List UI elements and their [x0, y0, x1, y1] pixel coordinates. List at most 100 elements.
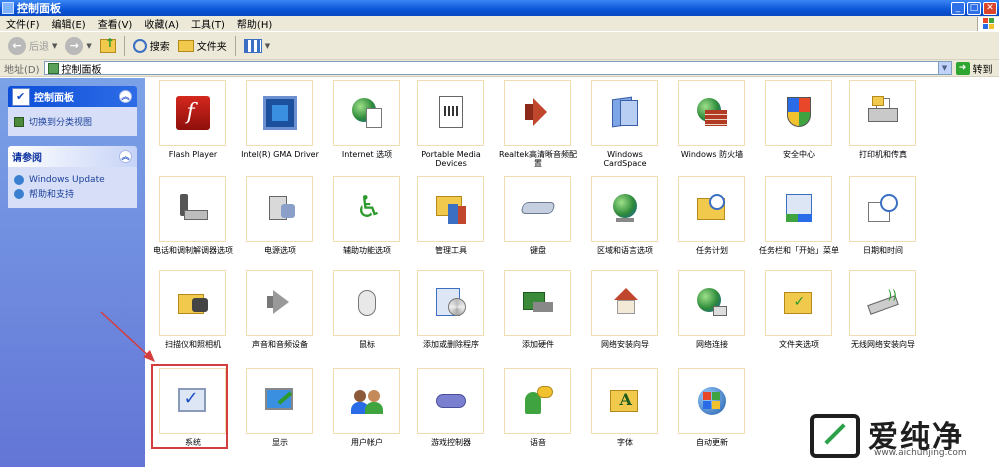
item-label: 电源选项 — [264, 246, 296, 255]
folder-up-icon: ↑ — [99, 36, 116, 53]
firewall-icon — [695, 96, 729, 130]
item-label: 区域和语言选项 — [597, 246, 653, 255]
item-label: 文件夹选项 — [779, 340, 819, 349]
minimize-button[interactable]: _ — [951, 1, 965, 15]
item-label: 任务计划 — [696, 246, 728, 255]
views-button[interactable]: ▼ — [240, 34, 274, 58]
watermark-logo — [810, 414, 860, 458]
address-bar: 地址(D) 控制面板 ▼ ➜ 转到 — [0, 60, 999, 77]
address-dropdown-button[interactable]: ▼ — [937, 62, 951, 74]
menu-file[interactable]: 文件(F) — [0, 16, 46, 31]
security-center-icon — [782, 96, 816, 130]
windows-update-link[interactable]: Windows Update — [14, 175, 131, 185]
menu-bar: 文件(F) 编辑(E) 查看(V) 收藏(A) 工具(T) 帮助(H) — [0, 16, 999, 32]
realtek-audio-icon — [521, 96, 555, 130]
item-label: Internet 选项 — [341, 150, 393, 159]
title-bar: 控制面板 _ □ ✕ — [0, 0, 999, 16]
display-icon — [263, 384, 297, 418]
date-time-icon — [866, 192, 900, 226]
item-label: 声音和音频设备 — [252, 340, 308, 349]
go-button[interactable]: ➜ 转到 — [955, 61, 993, 76]
see-also-panel-body: Windows Update 帮助和支持 — [8, 167, 137, 208]
help-support-link[interactable]: 帮助和支持 — [14, 187, 131, 200]
chevron-down-icon: ▼ — [264, 41, 271, 50]
window-title: 控制面板 — [17, 2, 61, 15]
see-also-panel-header[interactable]: 请参阅 ︽ — [8, 146, 137, 167]
item-label: 添加硬件 — [522, 340, 554, 349]
game-controllers-icon — [434, 384, 468, 418]
menu-help[interactable]: 帮助(H) — [231, 16, 278, 31]
search-button[interactable]: 搜索 — [129, 34, 174, 58]
menu-edit[interactable]: 编辑(E) — [46, 16, 92, 31]
annotation-arrow — [100, 311, 155, 362]
folders-label: 文件夹 — [196, 42, 227, 53]
folder-options-icon: ✓ — [782, 286, 816, 320]
help-icon — [14, 188, 24, 199]
item-label: Flash Player — [168, 150, 218, 159]
add-remove-programs-icon — [434, 286, 468, 320]
window-controls: _ □ ✕ — [951, 1, 997, 15]
network-setup-icon — [608, 286, 642, 320]
item-label: 字体 — [617, 438, 633, 447]
windows-update-icon — [14, 175, 24, 185]
collapse-icon[interactable]: ︽ — [119, 90, 132, 103]
item-label: 用户帐户 — [351, 438, 383, 447]
keyboard-icon — [519, 192, 556, 226]
folders-button[interactable]: 文件夹 — [174, 34, 231, 58]
switch-view-label: 切换到分类视图 — [29, 118, 93, 128]
flash-icon: f — [175, 96, 210, 130]
intel-gma-icon — [262, 96, 297, 130]
item-label: 电话和调制解调器选项 — [153, 246, 233, 255]
wireless-setup-icon: )) — [866, 286, 900, 320]
maximize-button[interactable]: □ — [967, 1, 981, 15]
item-label: 网络安装向导 — [601, 340, 649, 349]
menu-tools[interactable]: 工具(T) — [185, 16, 231, 31]
chevron-down-icon: ▼ — [86, 41, 92, 50]
address-value: 控制面板 — [61, 64, 102, 76]
forward-arrow-icon: → — [65, 36, 84, 55]
address-label: 地址(D) — [4, 64, 40, 76]
close-button[interactable]: ✕ — [983, 1, 997, 15]
menu-view[interactable]: 查看(V) — [92, 16, 139, 31]
item-label: 自动更新 — [696, 438, 728, 447]
menu-favorites[interactable]: 收藏(A) — [138, 16, 185, 31]
watermark: 爱纯净 www.aichunjing.com — [810, 412, 995, 464]
go-arrow-icon: ➜ — [955, 61, 970, 75]
control-panel-panel-header[interactable]: 控制面板 ︽ — [8, 86, 137, 107]
up-button[interactable]: ↑ — [96, 34, 120, 58]
accessibility-icon: ♿ — [355, 190, 383, 225]
item-label: Windows CardSpace — [603, 150, 647, 168]
network-connections-icon — [695, 286, 729, 320]
item-label: 添加或删除程序 — [423, 340, 479, 349]
windows-update-label: Windows Update — [29, 175, 105, 185]
category-view-icon — [14, 116, 24, 127]
speech-icon — [521, 384, 555, 418]
control-panel-items: f Flash Player Intel(R) GMA Driver Inter… — [146, 78, 999, 467]
toolbar-separator — [234, 35, 236, 56]
item-label: 游戏控制器 — [431, 438, 471, 447]
back-button[interactable]: ← 后退 ▼ — [4, 34, 61, 58]
item-label: 安全中心 — [783, 150, 815, 159]
system-item-highlight — [151, 364, 228, 449]
windows-logo-icon — [977, 16, 999, 31]
item-label: 语音 — [530, 438, 546, 447]
mouse-icon — [350, 286, 384, 320]
item-label: 管理工具 — [435, 246, 467, 255]
control-panel-panel: 控制面板 ︽ 切换到分类视图 — [8, 86, 137, 136]
region-language-icon — [608, 192, 642, 226]
control-panel-icon — [12, 87, 30, 106]
switch-category-view-link[interactable]: 切换到分类视图 — [14, 115, 131, 128]
panel-title: 请参阅 — [12, 153, 42, 164]
item-label: 任务栏和「开始」菜单 — [759, 246, 839, 255]
forward-button[interactable]: → ▼ — [61, 34, 95, 58]
item-label: 显示 — [272, 438, 288, 447]
search-label: 搜索 — [149, 42, 170, 53]
item-label: Portable Media Devices — [421, 150, 481, 168]
address-input[interactable]: 控制面板 ▼ — [43, 61, 952, 76]
toolbar: ← 后退 ▼ → ▼ ↑ 搜索 文件夹 ▼ — [0, 32, 999, 60]
item-label: 无线网络安装向导 — [851, 340, 915, 349]
collapse-icon[interactable]: ︽ — [119, 150, 132, 163]
help-support-label: 帮助和支持 — [29, 190, 75, 200]
power-options-icon — [263, 192, 297, 226]
back-arrow-icon: ← — [8, 36, 26, 55]
